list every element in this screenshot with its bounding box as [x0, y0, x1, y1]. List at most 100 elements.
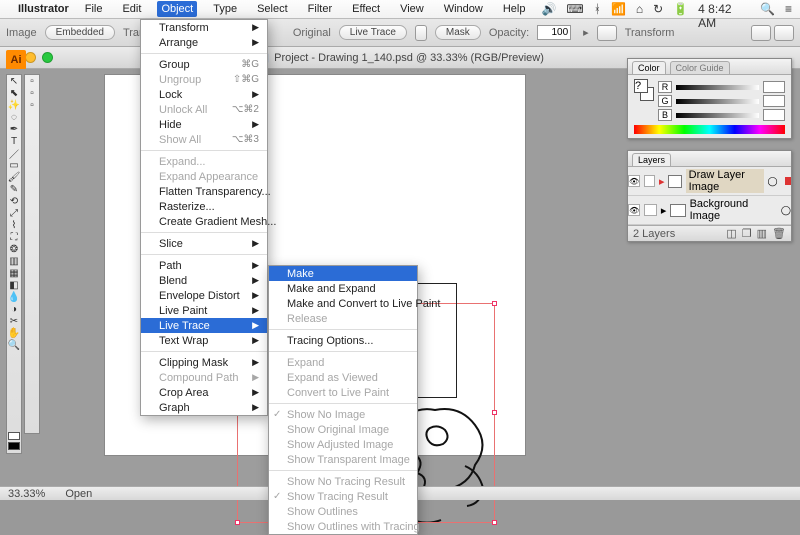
battery-icon[interactable]: 🔋	[673, 2, 688, 16]
menu-object[interactable]: Object	[157, 1, 197, 17]
menu-item[interactable]: Create Gradient Mesh...	[141, 214, 267, 229]
menu-file[interactable]: File	[81, 1, 107, 17]
blend-tool-icon[interactable]: ◑	[7, 303, 21, 315]
symbol-spray-tool-icon[interactable]: ❂	[7, 243, 21, 255]
layer-row[interactable]: 👁 ▸ Background Image ◯	[628, 196, 791, 225]
tool2-2-icon[interactable]: ▫	[25, 87, 39, 99]
selection-tool-icon[interactable]: ↖	[7, 75, 21, 87]
spotlight-icon[interactable]: 🔍	[760, 2, 775, 16]
eyedropper-tool-icon[interactable]: 💧	[7, 291, 21, 303]
window-minimize-button[interactable]	[25, 52, 36, 63]
lock-toggle-icon[interactable]	[644, 204, 656, 216]
layers-tab[interactable]: Layers	[632, 153, 671, 166]
spectrum-picker[interactable]	[634, 125, 785, 134]
menu-effect[interactable]: Effect	[348, 1, 384, 17]
menu-item[interactable]: Hide▶	[141, 117, 267, 132]
menu-item[interactable]: Live Paint▶	[141, 303, 267, 318]
visibility-toggle-icon[interactable]: 👁	[628, 175, 640, 187]
menu-item[interactable]: Arrange▶	[141, 35, 267, 50]
delete-layer-icon[interactable]: 🗑	[772, 227, 786, 240]
menu-item[interactable]: Tracing Options...	[269, 333, 417, 348]
menu-item[interactable]: Path▶	[141, 258, 267, 273]
brush-tool-icon[interactable]: 🖌	[7, 171, 21, 183]
menu-help[interactable]: Help	[499, 1, 530, 17]
hand-tool-icon[interactable]: ✋	[7, 327, 21, 339]
menu-item[interactable]: Clipping Mask▶	[141, 355, 267, 370]
input-icon[interactable]: ⌨	[566, 2, 583, 16]
menu-item[interactable]: Text Wrap▶	[141, 333, 267, 348]
app-name[interactable]: Illustrator	[18, 3, 69, 15]
r-value[interactable]	[763, 81, 785, 93]
menu-item[interactable]: Transform▶	[141, 20, 267, 35]
mesh-tool-icon[interactable]: ▦	[7, 267, 21, 279]
menu-item[interactable]: Rasterize...	[141, 199, 267, 214]
graph-tool-icon[interactable]: ▥	[7, 255, 21, 267]
object-menu[interactable]: Transform▶Arrange▶Group⌘GUngroup⇧⌘GLock▶…	[140, 19, 268, 416]
menu-item[interactable]: Make and Convert to Live Paint	[269, 296, 417, 311]
menu-item[interactable]: Graph▶	[141, 400, 267, 415]
g-value[interactable]	[763, 95, 785, 107]
zoom-level[interactable]: 33.33%	[8, 488, 45, 500]
gradient-tool-icon[interactable]: ◧	[7, 279, 21, 291]
new-layer-icon[interactable]: ▥	[757, 227, 767, 240]
cb-embedded[interactable]: Embedded	[45, 25, 115, 40]
tools-panel-2[interactable]: ▫ ▫ ▫	[24, 74, 40, 434]
target-icon[interactable]: ◯	[768, 176, 778, 187]
make-clip-icon[interactable]: ◫	[726, 227, 736, 240]
cb-mask[interactable]: Mask	[435, 25, 481, 40]
line-tool-icon[interactable]: ／	[7, 147, 21, 159]
menu-item[interactable]: Make and Expand	[269, 281, 417, 296]
menu-item[interactable]: Envelope Distort▶	[141, 288, 267, 303]
volume-icon[interactable]: 🔊	[541, 2, 556, 16]
menu-select[interactable]: Select	[253, 1, 292, 17]
layer-row[interactable]: 👁 ▸ Draw Layer Image ◯	[628, 167, 791, 196]
warp-tool-icon[interactable]: ⌇	[7, 219, 21, 231]
fill-swatch[interactable]	[8, 432, 20, 440]
rotate-tool-icon[interactable]: ⟲	[7, 195, 21, 207]
menu-item[interactable]: Group⌘G	[141, 57, 267, 72]
free-transform-tool-icon[interactable]: ⛶	[7, 231, 21, 243]
tool2-3-icon[interactable]: ▫	[25, 99, 39, 111]
home-icon[interactable]: ⌂	[636, 2, 643, 16]
visibility-toggle-icon[interactable]: 👁	[628, 204, 640, 216]
wifi-icon[interactable]: 📶	[611, 2, 626, 16]
clock-icon[interactable]: ↻	[653, 2, 663, 16]
menu-item[interactable]: Live Trace▶	[141, 318, 267, 333]
menu-filter[interactable]: Filter	[304, 1, 336, 17]
b-slider[interactable]	[676, 113, 759, 118]
direct-select-tool-icon[interactable]: ⬉	[7, 87, 21, 99]
live-trace-submenu[interactable]: MakeMake and ExpandMake and Convert to L…	[268, 265, 418, 535]
rectangle-tool-icon[interactable]: ▭	[7, 159, 21, 171]
lock-toggle-icon[interactable]	[644, 175, 655, 187]
bluetooth-icon[interactable]: ᚼ	[594, 2, 601, 16]
menu-item[interactable]: Crop Area▶	[141, 385, 267, 400]
target-icon[interactable]: ◯	[781, 205, 791, 216]
menu-view[interactable]: View	[396, 1, 428, 17]
menu-edit[interactable]: Edit	[118, 1, 145, 17]
colorguide-tab[interactable]: Color Guide	[670, 61, 730, 74]
pen-tool-icon[interactable]: ✒	[7, 123, 21, 135]
clock-text[interactable]: Thu Jan 4 8:42 AM	[698, 0, 750, 30]
lasso-tool-icon[interactable]: ◌	[7, 111, 21, 123]
menu-item[interactable]: Slice▶	[141, 236, 267, 251]
window-zoom-button[interactable]	[42, 52, 53, 63]
menu-item[interactable]: Blend▶	[141, 273, 267, 288]
zoom-tool-icon[interactable]: 🔍	[7, 339, 21, 351]
new-sublayer-icon[interactable]: ❐	[742, 227, 752, 240]
pencil-tool-icon[interactable]: ✎	[7, 183, 21, 195]
color-fill-proxy[interactable]: ?	[634, 79, 648, 93]
color-panel[interactable]: Color Color Guide ? R G B	[627, 58, 792, 139]
livetrace-dropdown[interactable]	[415, 25, 427, 41]
menu-item[interactable]: Flatten Transparency...	[141, 184, 267, 199]
menu-extra-icon[interactable]: ≡	[785, 2, 792, 16]
scale-tool-icon[interactable]: ⤢	[7, 207, 21, 219]
color-tab[interactable]: Color	[632, 61, 666, 74]
menu-type[interactable]: Type	[209, 1, 241, 17]
layers-panel[interactable]: Layers 👁 ▸ Draw Layer Image ◯ 👁 ▸ Backgr…	[627, 150, 792, 242]
tools-panel[interactable]: ↖ ⬉ ✨ ◌ ✒ T ／ ▭ 🖌 ✎ ⟲ ⤢ ⌇ ⛶ ❂ ▥ ▦ ◧ 💧 ◑ …	[6, 74, 22, 454]
tool2-1-icon[interactable]: ▫	[25, 75, 39, 87]
b-value[interactable]	[763, 109, 785, 121]
stroke-swatch[interactable]	[8, 442, 20, 450]
menu-item[interactable]: Make	[269, 266, 417, 281]
slice-tool-icon[interactable]: ✂	[7, 315, 21, 327]
